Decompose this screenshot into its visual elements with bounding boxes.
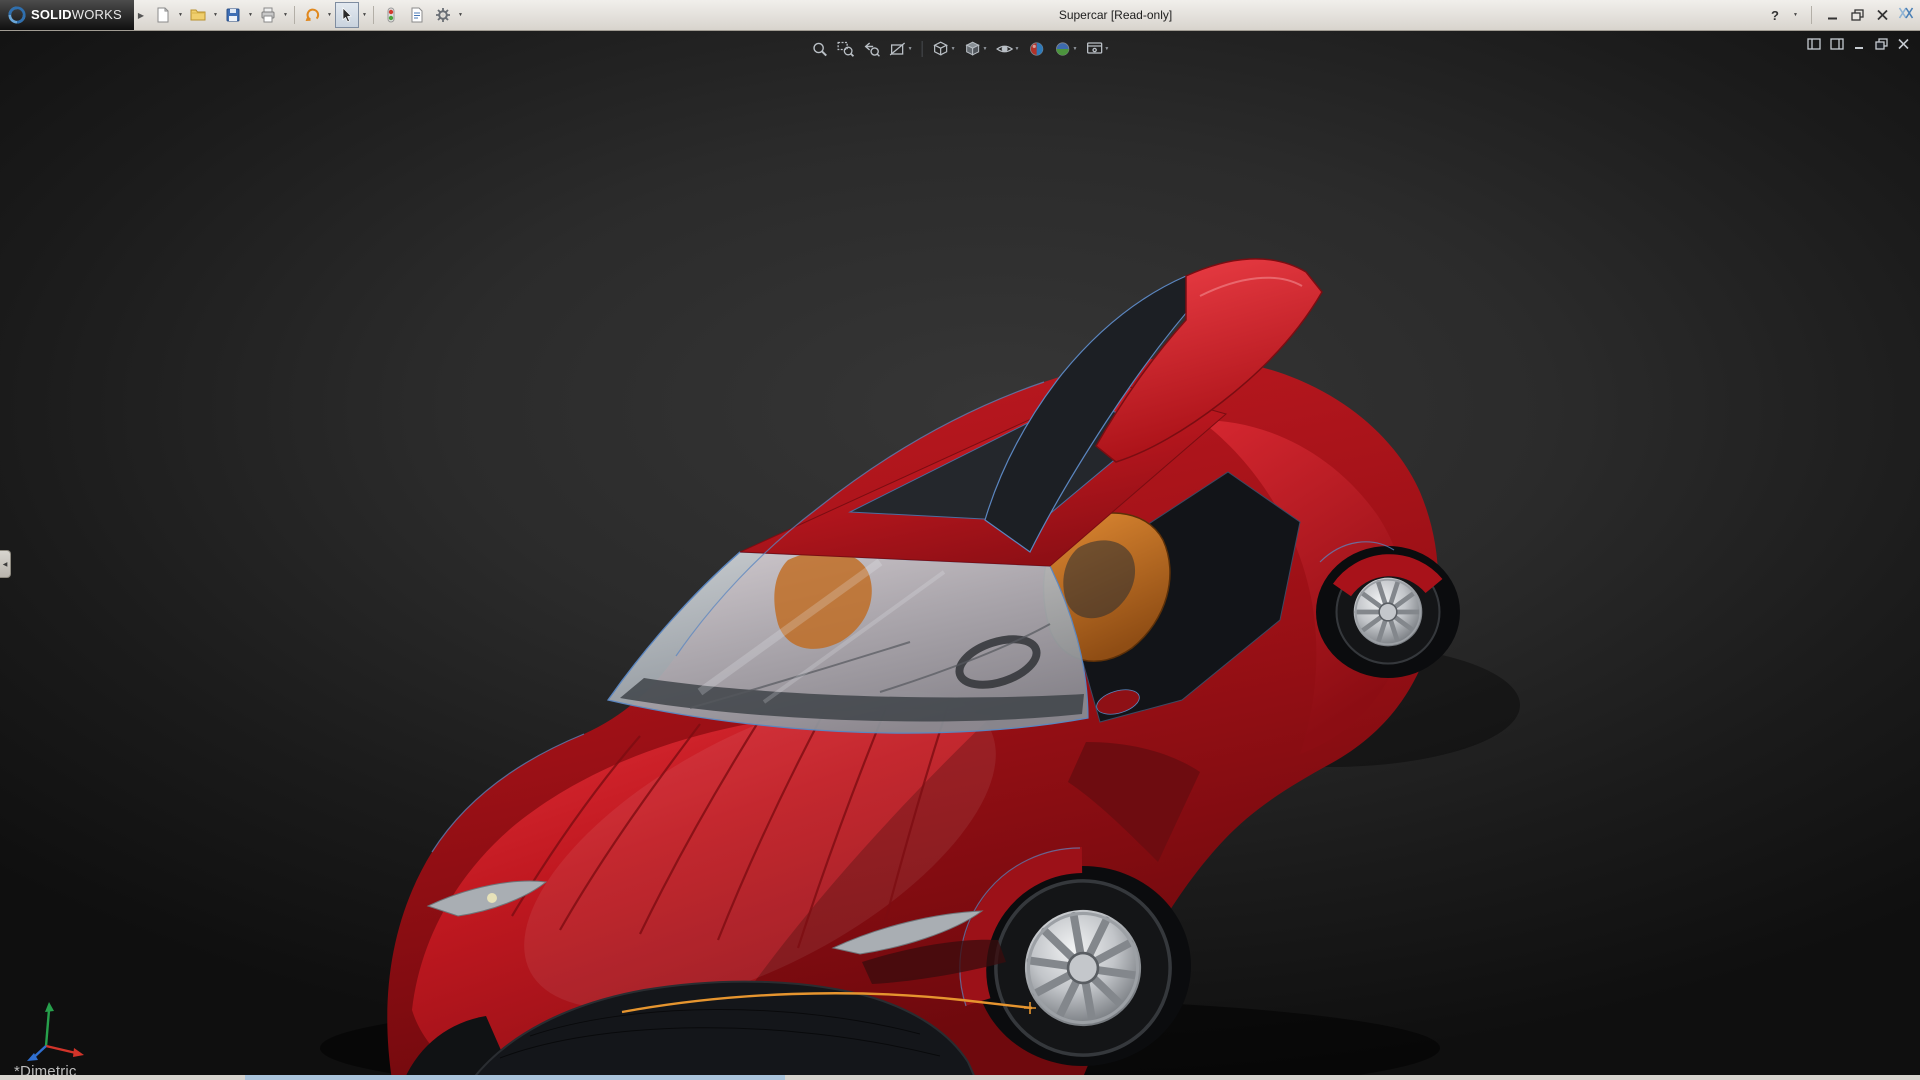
toolbar-separator <box>1811 6 1812 24</box>
help-dropdown[interactable]: ▼ <box>1791 12 1800 18</box>
display-style-button[interactable]: ▼ <box>961 37 991 61</box>
open-folder-icon <box>190 9 206 21</box>
new-document-dropdown[interactable]: ▼ <box>176 12 185 18</box>
display-pane-button[interactable] <box>1830 38 1844 50</box>
windshield[interactable] <box>606 550 1089 734</box>
window-controls: ? ▼ <box>1766 5 1920 25</box>
close-button[interactable] <box>1873 5 1891 25</box>
close-document-button[interactable] <box>1897 38 1910 50</box>
bottom-scrollbar[interactable] <box>0 1075 1920 1080</box>
view-settings-button[interactable]: ▼ <box>1082 37 1112 61</box>
minimize-button[interactable] <box>1823 5 1841 25</box>
hide-show-items-button[interactable]: ▼ <box>993 37 1023 61</box>
splitter-collapse-icon: ◀ <box>2 561 8 568</box>
section-view-dropdown[interactable]: ▼ <box>908 46 913 52</box>
zoom-to-area-button[interactable] <box>834 37 858 61</box>
view-settings-icon <box>1086 42 1103 54</box>
scrollbar-thumb[interactable] <box>245 1075 785 1080</box>
triad-x-arrow <box>73 1048 84 1057</box>
new-document-button[interactable] <box>151 2 175 28</box>
headlight-bulb <box>487 893 497 903</box>
apply-scene-button[interactable]: ▼ <box>1050 37 1080 61</box>
view-orientation-dropdown[interactable]: ▼ <box>951 46 956 52</box>
headsup-view-toolbar: ▼ ▼ ▼ ▼ ▼ ▼ <box>808 37 1113 61</box>
open-dropdown[interactable]: ▼ <box>211 12 220 18</box>
triad-y-arrow <box>45 1002 54 1012</box>
view-orientation-cube-icon <box>933 41 948 56</box>
toolbar-separator <box>921 41 923 57</box>
display-style-icon <box>965 41 980 56</box>
undo-icon <box>305 8 320 21</box>
save-icon <box>226 8 240 22</box>
undo-dropdown[interactable]: ▼ <box>325 12 334 18</box>
undo-button[interactable] <box>300 2 324 28</box>
solidworks-logo: SOLIDWORKS <box>0 0 134 30</box>
print-icon <box>261 7 275 23</box>
reference-triad[interactable] <box>26 998 90 1062</box>
section-view-icon <box>889 42 906 56</box>
minimize-icon <box>1827 17 1837 20</box>
edit-appearance-button[interactable] <box>1024 37 1048 61</box>
new-document-icon <box>157 7 169 23</box>
help-icon: ? <box>1771 7 1779 23</box>
close-document-icon <box>1898 38 1909 50</box>
select-button[interactable] <box>335 2 360 28</box>
standard-toolbar: ▼ ▼ ▼ ▼ ▼ ▼ ▼ <box>150 2 465 28</box>
minimize-document-button[interactable] <box>1853 38 1866 50</box>
car-model[interactable] <box>0 30 1920 1080</box>
toolbar-separator <box>294 6 296 24</box>
panel-left-icon <box>1807 38 1821 50</box>
rebuild-button[interactable] <box>379 2 403 28</box>
zoom-to-area-icon <box>837 41 855 57</box>
previous-view-icon <box>864 42 880 57</box>
menu-expand-arrow[interactable]: ▶ <box>138 11 144 20</box>
brand-bold: SOLID <box>31 7 72 22</box>
zoom-to-fit-button[interactable] <box>808 37 832 61</box>
titlebar: SOLIDWORKS ▶ ▼ ▼ ▼ ▼ ▼ ▼ ▼ Supercar [Rea… <box>0 0 1920 31</box>
toolbar-separator <box>373 6 375 24</box>
close-icon <box>1876 9 1888 21</box>
hide-show-eye-icon <box>995 45 1014 53</box>
expand-featuremanager-button[interactable] <box>1807 38 1821 50</box>
apply-scene-globe-icon <box>1055 42 1070 56</box>
print-dropdown[interactable]: ▼ <box>281 12 290 18</box>
select-dropdown[interactable]: ▼ <box>360 12 369 18</box>
options-gear-icon <box>436 8 451 22</box>
ds-swirl-icon <box>8 6 26 24</box>
view-orientation-button[interactable]: ▼ <box>929 37 959 61</box>
save-dropdown[interactable]: ▼ <box>246 12 255 18</box>
panel-right-icon <box>1830 38 1844 50</box>
zoom-to-fit-icon <box>813 42 827 57</box>
save-button[interactable] <box>221 2 245 28</box>
featuremanager-splitter-tab[interactable]: ◀ <box>0 550 11 578</box>
view-settings-dropdown[interactable]: ▼ <box>1104 46 1109 52</box>
options-dropdown[interactable]: ▼ <box>456 12 465 18</box>
select-cursor-icon <box>342 7 352 23</box>
brand-light: WORKS <box>71 7 122 22</box>
help-button[interactable]: ? <box>1766 5 1784 25</box>
graphics-viewport[interactable]: ▼ ▼ ▼ ▼ ▼ ▼ ◀ *Dimetric <box>0 30 1920 1080</box>
edit-appearance-ball-icon <box>1029 42 1044 56</box>
restore-button[interactable] <box>1848 5 1866 25</box>
hide-show-dropdown[interactable]: ▼ <box>1015 46 1020 52</box>
document-window-controls <box>1807 38 1910 50</box>
display-style-dropdown[interactable]: ▼ <box>983 46 988 52</box>
minimize-document-icon <box>1855 47 1863 49</box>
file-properties-button[interactable] <box>405 2 429 28</box>
file-properties-icon <box>411 7 423 23</box>
document-title: Supercar [Read-only] <box>1058 8 1173 22</box>
previous-view-button[interactable] <box>860 37 884 61</box>
restore-document-button[interactable] <box>1875 38 1888 50</box>
apply-scene-dropdown[interactable]: ▼ <box>1072 46 1077 52</box>
open-button[interactable] <box>186 2 210 28</box>
restore-document-icon <box>1875 38 1888 50</box>
ds-logo-icon <box>1898 6 1914 25</box>
print-button[interactable] <box>256 2 280 28</box>
restore-icon <box>1850 9 1864 21</box>
section-view-button[interactable]: ▼ <box>886 37 916 61</box>
rebuild-trafficlight-icon <box>387 7 395 23</box>
options-button[interactable] <box>431 2 455 28</box>
